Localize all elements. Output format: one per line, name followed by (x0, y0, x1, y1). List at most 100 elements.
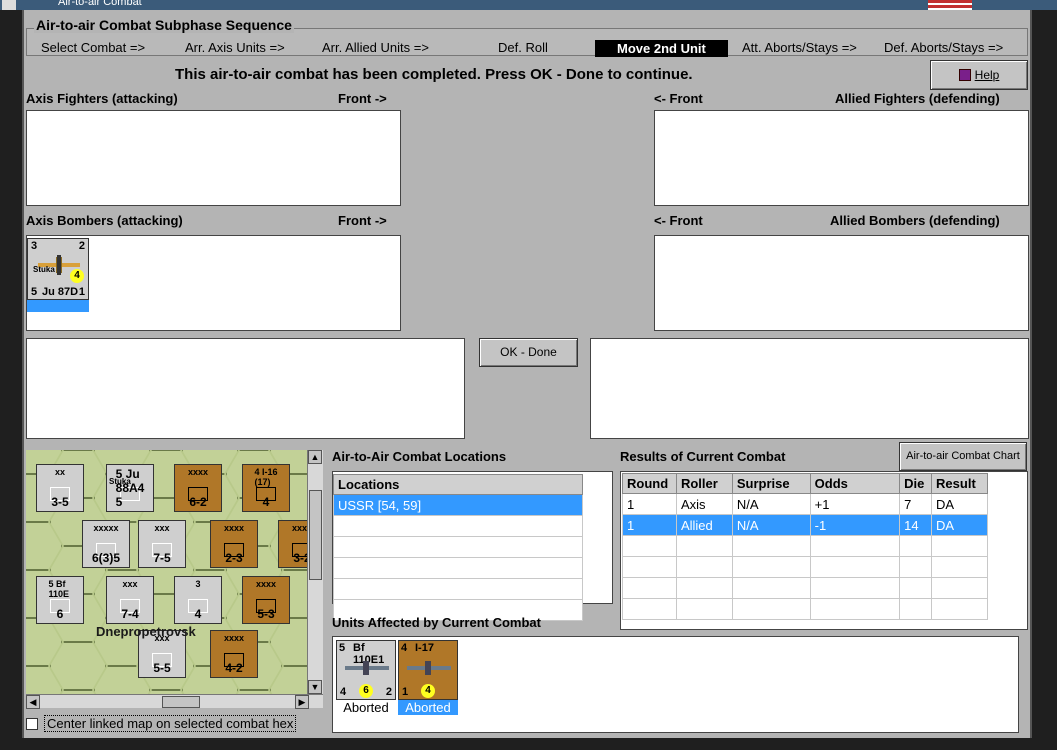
allied-info-panel (590, 338, 1029, 439)
allied-bombers-front: <- Front (654, 213, 703, 228)
bomber-bottom-right: 1 (78, 286, 85, 298)
results-cell: Allied (675, 514, 733, 536)
results-cell: +1 (809, 493, 901, 515)
affected-title: Units Affected by Current Combat (332, 615, 541, 630)
horizontal-scroll-thumb[interactable] (162, 696, 200, 708)
map-unit-counter[interactable]: xxx 7-5 (138, 520, 186, 568)
map-unit-counter[interactable]: xxxx 4-2 (210, 630, 258, 678)
results-cell (731, 598, 811, 620)
map-unit-counter[interactable]: 5 Ju 88A4 5 Stuka (106, 464, 154, 512)
allied-fighters-panel[interactable] (654, 110, 1029, 206)
locations-row[interactable] (333, 578, 583, 600)
center-map-checkbox-row[interactable]: Center linked map on selected combat hex (26, 715, 297, 732)
bomber-defense: 2 (78, 240, 85, 252)
location-cell[interactable] (333, 578, 583, 600)
results-cell: 7 (899, 493, 933, 515)
status-message: This air-to-air combat has been complete… (175, 66, 693, 83)
allied-bombers-panel[interactable] (654, 235, 1029, 331)
results-row[interactable] (622, 577, 988, 599)
center-map-checkbox[interactable] (26, 718, 38, 730)
results-column-header: Result (931, 473, 988, 494)
affected-unit-counter[interactable]: 5 Bf 110E1 4 6 2 (336, 640, 396, 700)
results-cell (675, 598, 733, 620)
map-unit-counter[interactable]: 5 Bf 110E 6 (36, 576, 84, 624)
results-cell (622, 598, 677, 620)
map-horizontal-scrollbar[interactable]: ◀ ▶ (26, 694, 323, 709)
bomber-range: 5 (31, 286, 38, 298)
counter-value: 4 (194, 607, 202, 621)
locations-row[interactable] (333, 557, 583, 579)
map-unit-counter[interactable]: xxx 7-4 (106, 576, 154, 624)
axis-bombers-panel[interactable]: 3 2 Stuka 4 5 Ju 87D 1 (26, 235, 401, 331)
axis-bombers-front: Front -> (338, 213, 387, 228)
counter-size: xxxx (187, 467, 209, 477)
step-move-2nd-unit: Move 2nd Unit (595, 40, 728, 57)
unit-range: 4 (340, 686, 347, 698)
bomber-counter[interactable]: 3 2 Stuka 4 5 Ju 87D 1 (27, 238, 89, 300)
plane-icon (407, 661, 451, 675)
results-row[interactable] (622, 598, 988, 620)
results-row[interactable]: 1 Axis N/A +1 7 DA (622, 493, 988, 515)
bomber-selection-bar (27, 300, 89, 312)
map-unit-counter[interactable]: xxxxx 6(3)5 (82, 520, 130, 568)
results-column-header: Surprise (731, 473, 811, 494)
bomber-type: Ju 87D (42, 286, 79, 298)
counter-value: 4-2 (225, 661, 243, 675)
map-unit-counter[interactable]: xxxx 5-3 (242, 576, 290, 624)
locations-row[interactable] (333, 515, 583, 537)
map-unit-counter[interactable]: 34 (174, 576, 222, 624)
results-row[interactable] (622, 556, 988, 578)
combat-chart-button[interactable]: Air-to-air Combat Chart (899, 442, 1027, 471)
flag-icon (928, 0, 972, 10)
step-def-aborts: Def. Aborts/Stays => (884, 40, 1004, 55)
location-cell[interactable] (333, 515, 583, 537)
results-cell (931, 577, 988, 599)
results-cell: Axis (675, 493, 733, 515)
location-cell[interactable] (333, 557, 583, 579)
locations-row[interactable] (333, 536, 583, 558)
map-unit-counter[interactable]: xxxx 2-3 (210, 520, 258, 568)
vertical-scroll-thumb[interactable] (309, 490, 322, 580)
unit-status-caption: Aborted (398, 700, 458, 715)
bomber-name: Stuka (33, 265, 55, 274)
axis-fighters-panel[interactable] (26, 110, 401, 206)
results-cell (731, 535, 811, 557)
results-cell (899, 598, 933, 620)
axis-fighters-front: Front -> (338, 91, 387, 106)
step-arr-axis: Arr. Axis Units => (185, 40, 285, 55)
locations-table: Locations USSR [54, 59] (333, 474, 583, 621)
counter-size: 3 (195, 579, 201, 589)
results-cell (899, 556, 933, 578)
axis-fighters-title: Axis Fighters (attacking) (26, 91, 178, 106)
location-cell[interactable] (333, 536, 583, 558)
counter-size: xx (54, 467, 66, 477)
scroll-down-arrow[interactable]: ▼ (308, 680, 322, 694)
step-arr-allied: Arr. Allied Units => (322, 40, 429, 55)
scroll-left-arrow[interactable]: ◀ (26, 695, 40, 709)
counter-name: Stuka (109, 477, 131, 486)
affected-unit-counter[interactable]: 4 I-17 1 4 (398, 640, 458, 700)
map-vertical-scrollbar[interactable]: ▲ ▼ (307, 450, 323, 694)
scroll-up-arrow[interactable]: ▲ (308, 450, 322, 464)
locations-row[interactable]: USSR [54, 59] (333, 494, 583, 516)
location-cell[interactable]: USSR [54, 59] (333, 494, 583, 516)
bomber-circle-value: 4 (70, 269, 84, 283)
counter-value: 6-2 (189, 495, 207, 509)
results-cell: N/A (731, 514, 811, 536)
allied-fighters-title: Allied Fighters (defending) (835, 91, 1000, 106)
results-row[interactable] (622, 535, 988, 557)
help-button[interactable]: Help (930, 60, 1028, 90)
map-unit-counter[interactable]: 4 I-16 (17) 4 (242, 464, 290, 512)
results-title: Results of Current Combat (620, 449, 786, 464)
map-unit-counter[interactable]: xx 3-5 (36, 464, 84, 512)
locations-header: Locations (333, 474, 583, 495)
ok-done-button[interactable]: OK - Done (479, 338, 578, 367)
results-cell (622, 556, 677, 578)
map-hex[interactable] (50, 642, 106, 690)
linked-map[interactable]: xx 3-5 5 Ju 88A4 5 Stuka xxxx 6-2 4 I-16 (17) 4… (26, 450, 323, 694)
results-cell (931, 556, 988, 578)
results-cell: DA (931, 514, 988, 536)
results-row[interactable]: 1 Allied N/A -1 14 DA (622, 514, 988, 536)
map-unit-counter[interactable]: xxxx 6-2 (174, 464, 222, 512)
scroll-right-arrow[interactable]: ▶ (295, 695, 309, 709)
